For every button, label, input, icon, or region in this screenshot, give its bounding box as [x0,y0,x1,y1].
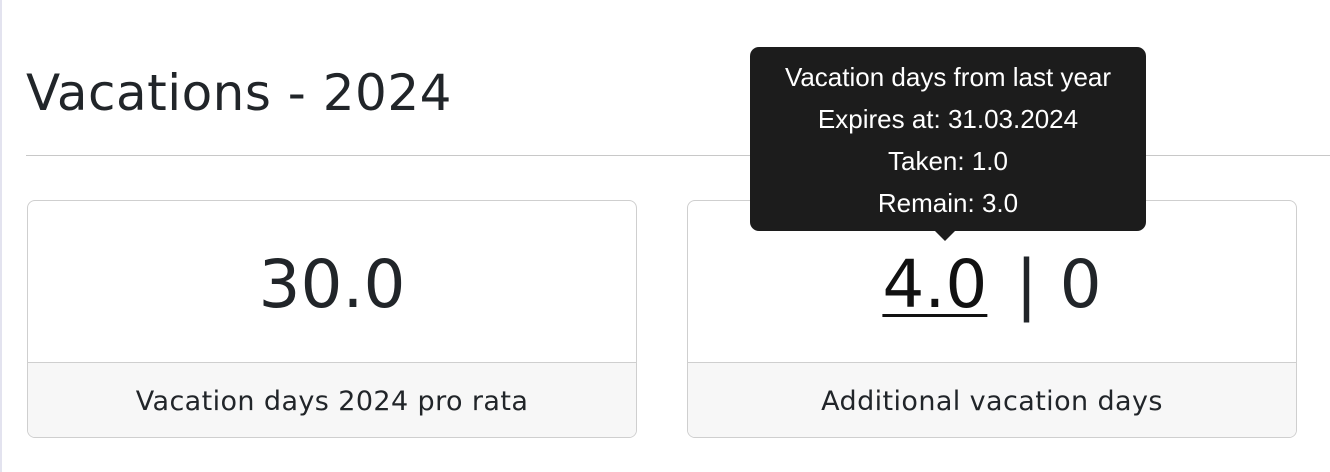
vacation-days-card: 30.0 Vacation days 2024 pro rata [27,200,637,438]
page-title: Vacations - 2024 [26,64,452,122]
tooltip-expires: Expires at: 31.03.2024 [817,104,1079,134]
tooltip-remain: Remain: 3.0 [877,188,1019,218]
vacation-days-label: Vacation days 2024 pro rata [28,362,636,437]
value-separator: | [1015,245,1038,323]
carryover-tooltip: Vacation days from last year Expires at:… [750,47,1146,231]
additional-vacation-days-label: Additional vacation days [688,362,1296,437]
tooltip-arrow [934,230,956,241]
tooltip-taken: Taken: 1.0 [888,146,1008,176]
carryover-days-link[interactable]: 4.0 [882,251,987,318]
vacation-days-number: 30.0 [258,245,406,323]
vacations-page: Vacations - 2024 30.0 Vacation days 2024… [0,0,1330,472]
additional-vacation-days-card: 4.0 | 0 Additional vacation days [687,200,1297,438]
additional-days-number: 0 [1059,245,1102,323]
vacation-days-value: 30.0 [28,201,636,362]
tooltip-heading: Vacation days from last year [784,62,1112,92]
